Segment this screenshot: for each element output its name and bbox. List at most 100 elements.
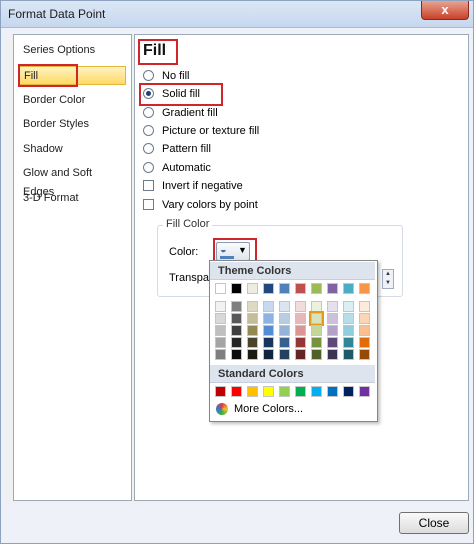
more-colors-item[interactable]: More Colors... [212, 401, 372, 418]
theme-shade-swatch[interactable] [359, 301, 370, 312]
transparency-label: Transpa [169, 272, 209, 284]
theme-shade-swatch[interactable] [231, 337, 242, 348]
theme-shade-swatch[interactable] [215, 325, 226, 336]
theme-shade-swatch[interactable] [327, 349, 338, 360]
no-fill-label: No fill [162, 70, 190, 82]
solid-fill-highlight [139, 83, 223, 106]
nav-item-shadow[interactable]: Shadow [18, 140, 126, 159]
theme-shade-swatch[interactable] [263, 325, 274, 336]
automatic-radio[interactable] [143, 162, 154, 173]
invert-if-negative-label: Invert if negative [162, 180, 243, 192]
close-icon: x [441, 2, 449, 17]
no-fill-radio[interactable] [143, 70, 154, 81]
theme-shade-swatch[interactable] [343, 337, 354, 348]
theme-shade-swatch[interactable] [295, 325, 306, 336]
gradient-fill-label: Gradient fill [162, 107, 218, 119]
theme-color-swatch[interactable] [247, 283, 258, 294]
nav-item-border-styles[interactable]: Border Styles [18, 115, 126, 134]
theme-shade-swatch[interactable] [279, 313, 290, 324]
theme-shade-swatch[interactable] [295, 301, 306, 312]
theme-shade-swatch[interactable] [343, 313, 354, 324]
theme-shade-swatch[interactable] [295, 313, 306, 324]
theme-shade-swatch[interactable] [263, 349, 274, 360]
theme-shade-swatch[interactable] [279, 301, 290, 312]
theme-color-swatch[interactable] [263, 283, 274, 294]
fill-color-group-title: Fill Color [163, 218, 213, 230]
theme-shade-swatch[interactable] [359, 349, 370, 360]
standard-color-swatch[interactable] [359, 386, 370, 397]
invert-if-negative-checkbox[interactable] [143, 180, 154, 191]
theme-shade-swatch[interactable] [247, 313, 258, 324]
theme-shade-swatch[interactable] [327, 337, 338, 348]
vary-colors-checkbox[interactable] [143, 199, 154, 210]
theme-shade-swatch[interactable] [295, 349, 306, 360]
standard-color-swatch[interactable] [343, 386, 354, 397]
picture-texture-fill-radio[interactable] [143, 125, 154, 136]
standard-color-swatch[interactable] [231, 386, 242, 397]
gradient-fill-radio[interactable] [143, 107, 154, 118]
theme-shade-swatch[interactable] [359, 313, 370, 324]
theme-shade-swatch[interactable] [215, 337, 226, 348]
transparency-spinner[interactable]: ▲ ▼ [382, 269, 394, 289]
theme-shade-swatch[interactable] [247, 325, 258, 336]
theme-shade-swatch[interactable] [231, 349, 242, 360]
nav-item-series-options[interactable]: Series Options [18, 41, 126, 60]
theme-shade-swatch[interactable] [279, 337, 290, 348]
theme-shade-swatch[interactable] [215, 313, 226, 324]
theme-shade-swatch[interactable] [295, 337, 306, 348]
theme-color-swatch[interactable] [359, 283, 370, 294]
theme-shade-swatch[interactable] [231, 301, 242, 312]
standard-color-swatch[interactable] [247, 386, 258, 397]
theme-shade-swatch[interactable] [215, 349, 226, 360]
category-list: Series Options Fill Border Color Border … [13, 34, 132, 501]
theme-color-swatch[interactable] [231, 283, 242, 294]
standard-color-swatch[interactable] [295, 386, 306, 397]
theme-shade-swatch[interactable] [311, 301, 322, 312]
theme-shade-swatch[interactable] [311, 337, 322, 348]
nav-item-3d-format[interactable]: 3-D Format [18, 189, 126, 208]
nav-item-glow-soft-edges[interactable]: Glow and Soft Edges [18, 164, 126, 198]
nav-item-border-color[interactable]: Border Color [18, 91, 126, 110]
theme-shade-swatch[interactable] [311, 349, 322, 360]
theme-shade-swatch[interactable] [343, 325, 354, 336]
theme-shade-swatch[interactable] [327, 301, 338, 312]
theme-color-swatch[interactable] [295, 283, 306, 294]
theme-shade-swatch[interactable] [215, 301, 226, 312]
theme-shade-swatch[interactable] [231, 313, 242, 324]
theme-shade-swatch[interactable] [359, 337, 370, 348]
theme-shade-swatch[interactable] [327, 313, 338, 324]
standard-color-swatch[interactable] [327, 386, 338, 397]
spin-up-icon[interactable]: ▲ [385, 271, 391, 277]
theme-color-swatch[interactable] [215, 283, 226, 294]
window-close-button[interactable]: x [421, 1, 469, 20]
standard-color-swatch[interactable] [263, 386, 274, 397]
spin-down-icon[interactable]: ▼ [385, 280, 391, 286]
theme-shade-swatch[interactable] [247, 337, 258, 348]
theme-shade-swatch[interactable] [327, 325, 338, 336]
theme-shade-swatch[interactable] [343, 301, 354, 312]
standard-color-swatch[interactable] [279, 386, 290, 397]
theme-shade-swatch[interactable] [279, 325, 290, 336]
theme-shade-swatch[interactable] [263, 337, 274, 348]
standard-color-swatch[interactable] [311, 386, 322, 397]
pattern-fill-radio[interactable] [143, 143, 154, 154]
theme-color-swatch[interactable] [311, 283, 322, 294]
theme-shade-swatch[interactable] [343, 349, 354, 360]
theme-shade-swatch[interactable] [309, 311, 324, 326]
theme-shade-swatch[interactable] [279, 349, 290, 360]
heading-highlight [138, 39, 178, 65]
theme-shade-swatch[interactable] [263, 313, 274, 324]
theme-shade-swatch[interactable] [231, 325, 242, 336]
theme-color-swatch[interactable] [279, 283, 290, 294]
theme-shade-swatch[interactable] [247, 349, 258, 360]
standard-color-swatch[interactable] [215, 386, 226, 397]
theme-shade-swatch[interactable] [247, 301, 258, 312]
close-button[interactable]: Close [399, 512, 469, 534]
theme-color-swatch[interactable] [327, 283, 338, 294]
format-data-point-dialog: Format Data Point x Series Options Fill … [0, 0, 474, 544]
theme-color-swatch[interactable] [343, 283, 354, 294]
theme-shade-swatch[interactable] [263, 301, 274, 312]
color-palette-dropdown: Theme Colors Standard Colors More Colors… [209, 260, 378, 422]
theme-shade-swatch[interactable] [311, 325, 322, 336]
theme-shade-swatch[interactable] [359, 325, 370, 336]
